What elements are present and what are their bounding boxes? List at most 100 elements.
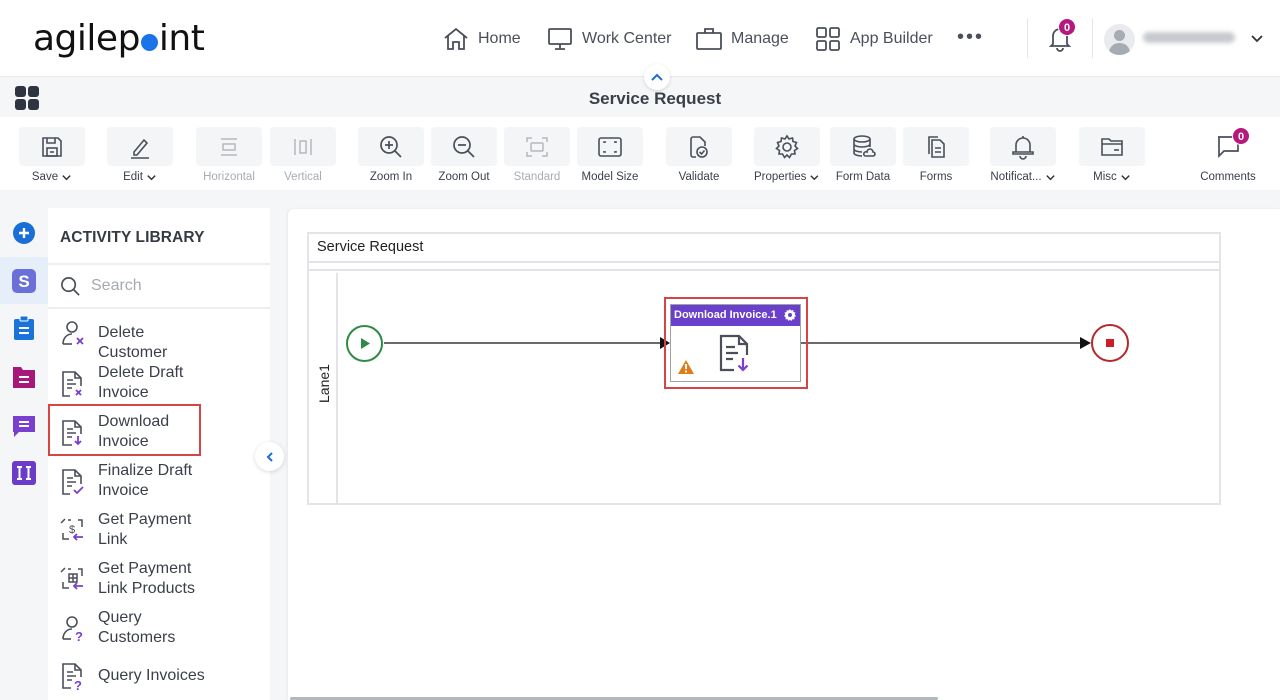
lane-label: Lane1 — [316, 364, 332, 403]
end-event[interactable] — [1091, 324, 1129, 362]
payment-link-icon: $ — [60, 518, 83, 541]
library-search-input[interactable] — [91, 277, 241, 295]
library-item-query-customers[interactable]: ? Query Customers — [48, 608, 270, 648]
chevron-down-icon — [1121, 174, 1130, 180]
nav-work-center[interactable]: Work Center — [546, 22, 672, 56]
svg-text:S: S — [18, 272, 29, 291]
edit-button[interactable]: Edit — [107, 127, 173, 183]
model-size-icon — [598, 136, 622, 157]
notification-badge: 0 — [1058, 18, 1076, 36]
library-item-delete-customer[interactable]: Delete Customer — [48, 318, 270, 361]
form-data-label: Form Data — [835, 171, 891, 183]
grid-icon — [816, 27, 840, 51]
library-item-get-payment-link-products[interactable]: Get Payment Link Products — [48, 559, 270, 599]
toolbar: Save Edit Horizontal Vertical Zoom In Zo… — [0, 117, 1280, 190]
save-icon — [42, 136, 62, 157]
warning-icon[interactable] — [677, 359, 695, 375]
user-name-blurred[interactable] — [1143, 32, 1235, 43]
misc-button[interactable]: Misc — [1079, 127, 1145, 183]
gear-icon[interactable] — [783, 308, 797, 322]
agilepoint-logo[interactable]: agilep int — [33, 18, 205, 59]
logo-text-right: int — [158, 18, 205, 59]
comments-button[interactable]: Comments 0 — [1195, 127, 1261, 183]
validate-label: Validate — [678, 171, 720, 183]
collapse-header-button[interactable] — [644, 64, 670, 90]
forms-icon — [928, 135, 945, 158]
logo-text-left: agilep — [33, 18, 140, 59]
user-avatar[interactable] — [1104, 24, 1135, 55]
collapse-library-button[interactable] — [255, 442, 284, 471]
validate-button[interactable]: Validate — [666, 127, 732, 183]
chevron-down-icon[interactable] — [1250, 31, 1264, 45]
rail-chat[interactable] — [0, 402, 48, 449]
notifications-button[interactable]: Notificat... — [990, 127, 1056, 183]
page-title: Service Request — [588, 89, 722, 108]
library-item-label: Get Payment Link — [98, 511, 192, 548]
logo-dot — [140, 34, 158, 51]
library-search[interactable] — [48, 265, 270, 309]
rail-add[interactable] — [0, 209, 48, 256]
activity-title: Download Invoice.1 — [674, 309, 777, 321]
divider — [1027, 18, 1028, 58]
library-item-label: Get Payment Link Products — [98, 560, 195, 597]
model-size-label: Model Size — [581, 171, 639, 183]
rail-folder[interactable] — [0, 353, 48, 400]
library-item-label: Query Invoices — [98, 667, 205, 684]
library-item-finalize-draft-invoice[interactable]: Finalize Draft Invoice — [48, 461, 270, 501]
svg-text:?: ? — [75, 629, 83, 643]
lane[interactable]: Lane1 — [309, 273, 338, 503]
rail-text-field[interactable] — [0, 449, 48, 496]
nav-manage-label: Manage — [731, 30, 789, 47]
nav-home[interactable]: Home — [442, 22, 521, 56]
horizontal-icon — [221, 137, 237, 156]
activity-download-invoice[interactable]: Download Invoice.1 — [670, 304, 801, 382]
query-customers-icon: ? — [62, 616, 83, 643]
svg-text:$: $ — [69, 524, 75, 536]
gear-icon — [775, 134, 799, 159]
database-icon — [853, 134, 876, 157]
library-item-label: Finalize Draft Invoice — [98, 462, 193, 499]
save-button[interactable]: Save — [19, 127, 85, 183]
properties-label: Properties — [754, 171, 807, 183]
pool-title: Service Request — [309, 234, 1219, 263]
nav-app-builder[interactable]: App Builder — [814, 22, 933, 56]
zoom-out-label: Zoom Out — [438, 171, 490, 183]
standard-button[interactable]: Standard — [504, 127, 570, 183]
chevron-down-icon — [62, 174, 71, 180]
library-item-delete-draft-invoice[interactable]: Delete Draft Invoice — [48, 363, 270, 403]
stripe-icon: S — [12, 268, 36, 293]
rail-stripe[interactable]: S — [0, 257, 48, 304]
zoom-out-button[interactable]: Zoom Out — [431, 127, 497, 183]
library-item-get-payment-link[interactable]: $ Get Payment Link — [48, 510, 270, 550]
more-menu-button[interactable]: ••• — [957, 27, 984, 47]
plus-circle-icon — [13, 221, 35, 244]
zoom-in-icon — [380, 135, 402, 158]
zoom-in-button[interactable]: Zoom In — [358, 127, 424, 183]
text-field-icon — [12, 460, 36, 485]
form-data-button[interactable]: Form Data — [830, 127, 896, 183]
library-item-query-invoices[interactable]: ? Query Invoices — [48, 660, 270, 692]
search-icon — [61, 276, 80, 296]
folder-list-icon — [13, 366, 35, 388]
chevron-down-icon — [147, 174, 156, 180]
properties-button[interactable]: Properties — [754, 127, 820, 183]
vertical-button[interactable]: Vertical — [270, 127, 336, 183]
library-item-label: Delete Draft Invoice — [98, 364, 184, 401]
forms-label: Forms — [919, 171, 953, 183]
bell-icon — [1012, 135, 1034, 160]
nav-work-center-label: Work Center — [582, 30, 672, 47]
delete-customer-icon — [62, 321, 84, 345]
comments-badge: 0 — [1232, 127, 1250, 145]
nav-manage[interactable]: Manage — [695, 22, 789, 56]
misc-label: Misc — [1093, 171, 1117, 183]
zoom-out-icon — [453, 135, 475, 158]
rail-clipboard[interactable] — [0, 304, 48, 351]
zoom-in-label: Zoom In — [369, 171, 413, 183]
forms-button[interactable]: Forms — [903, 127, 969, 183]
standard-icon — [526, 136, 548, 157]
chevron-left-icon — [266, 451, 273, 462]
horizontal-button[interactable]: Horizontal — [196, 127, 262, 183]
notifications-label: Notificat... — [990, 171, 1042, 183]
model-size-button[interactable]: Model Size — [577, 127, 643, 183]
start-event[interactable] — [346, 325, 383, 362]
